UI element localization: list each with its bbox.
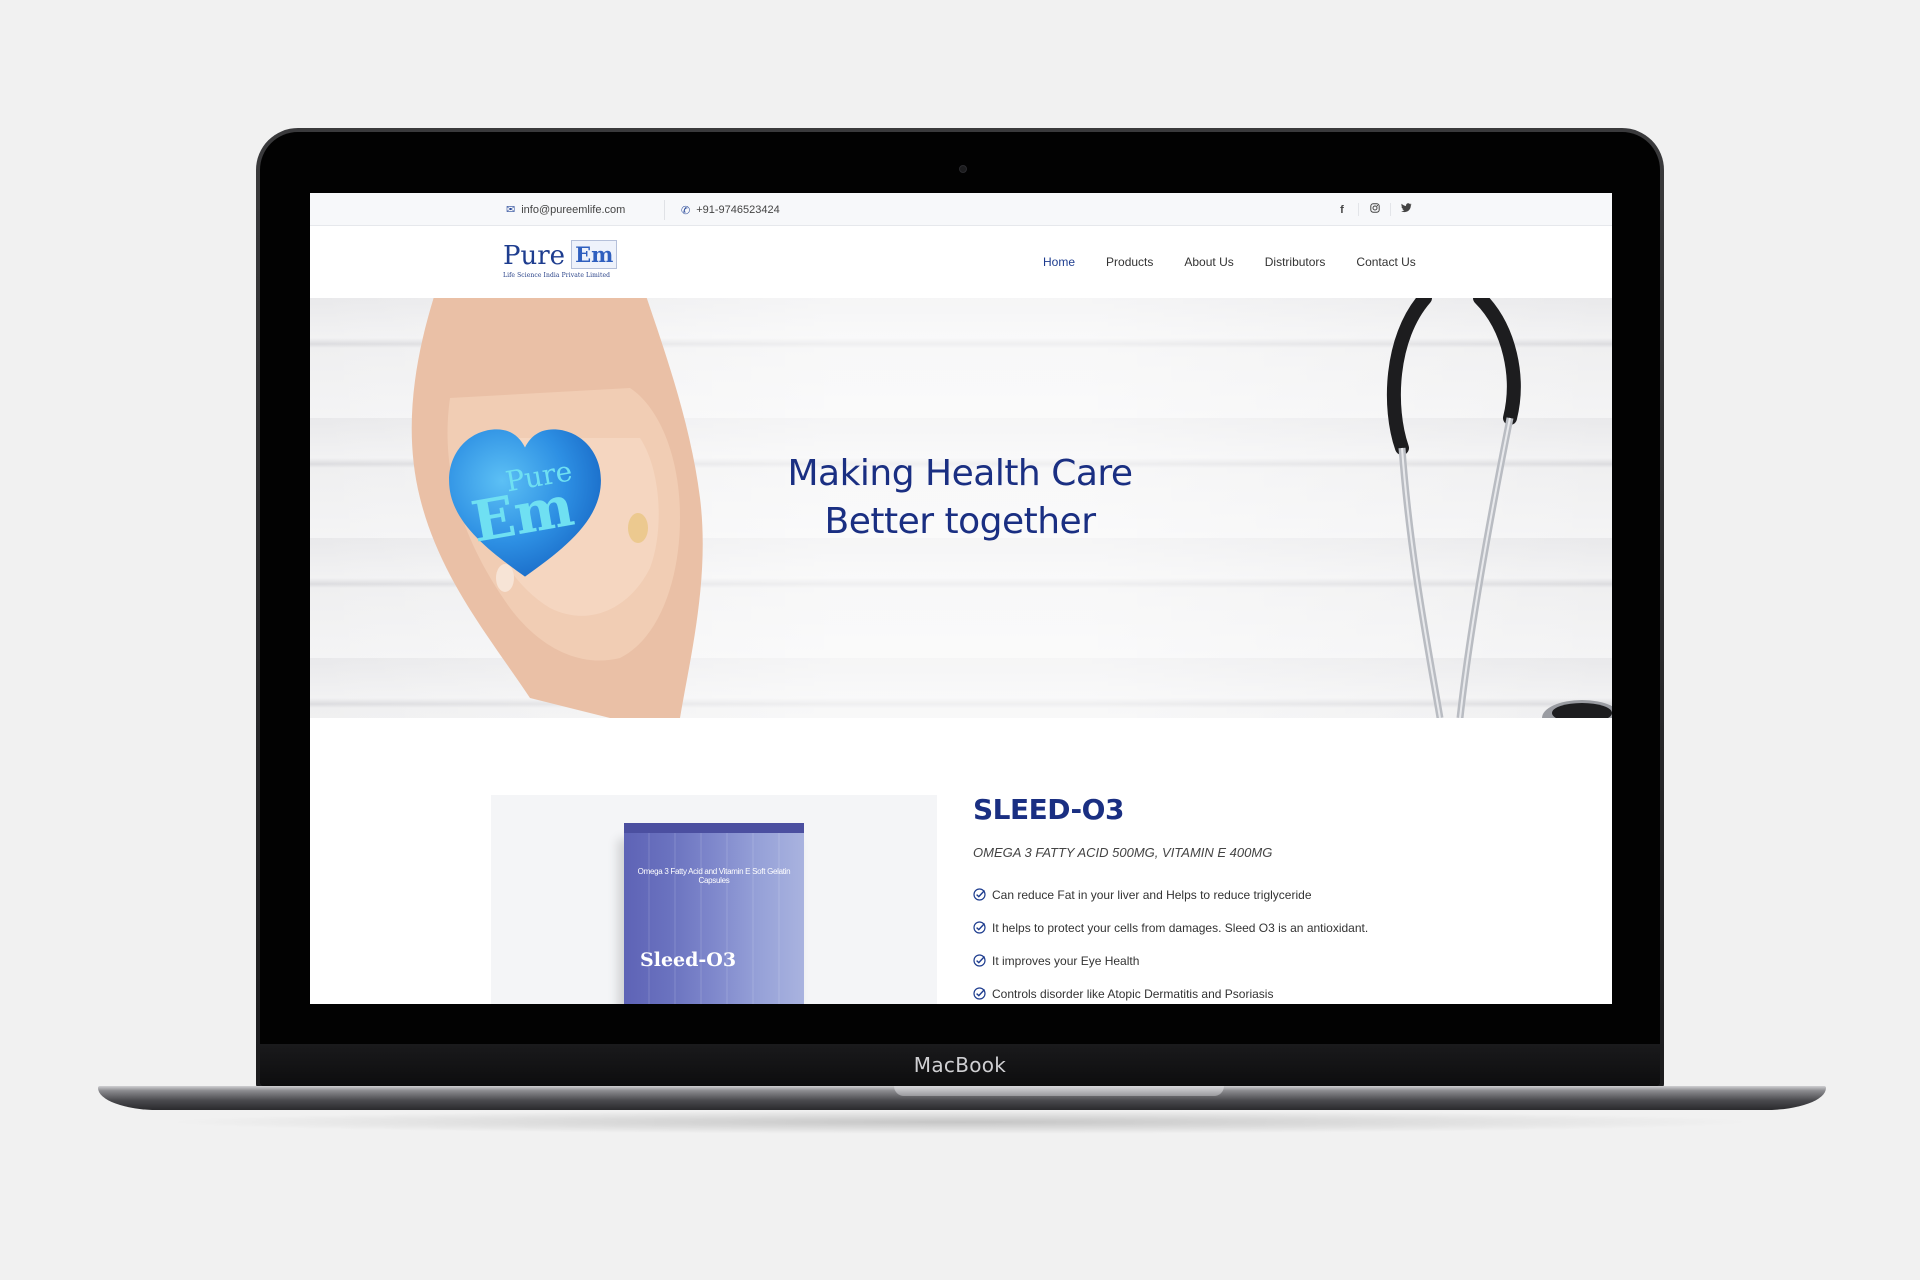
logo-word-pure: Pure: [503, 241, 566, 271]
product-box: Omega 3 Fatty Acid and Vitamin E Soft Ge…: [624, 823, 804, 1004]
product-box-name: Sleed-O3: [640, 949, 737, 971]
device-brand-label: MacBook: [913, 1053, 1007, 1077]
feature-text: It improves your Eye Health: [992, 953, 1140, 968]
facebook-icon[interactable]: f: [1326, 204, 1358, 216]
product-box-top: [624, 823, 804, 833]
nav-menu: Home Products About Us Distributors Cont…: [1043, 226, 1447, 298]
main-navbar: Pure Em Life Science India Private Limit…: [310, 226, 1612, 298]
hero-headline: Making Health Care Better together: [710, 450, 1210, 546]
check-circle-icon: [973, 888, 986, 901]
list-item: Can reduce Fat in your liver and Helps t…: [973, 878, 1573, 911]
check-circle-icon: [973, 921, 986, 934]
hero-headline-line2: Better together: [824, 501, 1097, 542]
product-box-description: Omega 3 Fatty Acid and Vitamin E Soft Ge…: [637, 867, 791, 885]
logo-wordmark: Pure Em: [503, 240, 618, 271]
laptop-shadow: [160, 1110, 1760, 1134]
list-item: Controls disorder like Atopic Dermatitis…: [973, 977, 1573, 1004]
hero-headline-line1: Making Health Care: [787, 453, 1133, 494]
bezel-chin: MacBook: [260, 1044, 1660, 1086]
camera-icon: [959, 165, 967, 173]
phone-text[interactable]: +91-9746523424: [696, 204, 780, 216]
list-item: It helps to protect your cells from dama…: [973, 911, 1573, 944]
feature-list: Can reduce Fat in your liver and Helps t…: [973, 878, 1573, 1004]
contact-topbar: ✉ info@pureemlife.com ✆ +91-9746523424 f: [310, 193, 1612, 226]
social-links: f: [1326, 193, 1422, 226]
feature-text: Controls disorder like Atopic Dermatitis…: [992, 986, 1274, 1001]
nav-item-about-us[interactable]: About Us: [1184, 255, 1233, 269]
product-info: SLEED-O3 OMEGA 3 FATTY ACID 500MG, VITAM…: [973, 793, 1573, 1004]
base-notch: [894, 1086, 1224, 1096]
heart-word-em: Em: [466, 472, 579, 556]
product-image: Omega 3 Fatty Acid and Vitamin E Soft Ge…: [491, 795, 937, 1004]
feature-text: It helps to protect your cells from dama…: [992, 920, 1369, 935]
site-logo[interactable]: Pure Em Life Science India Private Limit…: [503, 240, 618, 279]
contact-phone[interactable]: ✆ +91-9746523424: [664, 200, 780, 220]
nav-item-home[interactable]: Home: [1043, 255, 1075, 269]
product-title: SLEED-O3: [973, 793, 1124, 826]
browser-screen: ✉ info@pureemlife.com ✆ +91-9746523424 f…: [310, 193, 1612, 1004]
check-circle-icon: [973, 987, 986, 1000]
product-subtitle: OMEGA 3 FATTY ACID 500MG, VITAMIN E 400M…: [973, 845, 1273, 860]
nav-item-distributors[interactable]: Distributors: [1265, 255, 1326, 269]
envelope-icon: ✉: [506, 204, 516, 216]
phone-icon: ✆: [681, 204, 691, 217]
check-circle-icon: [973, 954, 986, 967]
stethoscope-illustration: [1386, 298, 1612, 718]
feature-text: Can reduce Fat in your liver and Helps t…: [992, 887, 1312, 902]
nav-item-contact-us[interactable]: Contact Us: [1356, 255, 1415, 269]
nav-item-products[interactable]: Products: [1106, 255, 1153, 269]
hero-banner: Pure Em Making Health Care Better togeth…: [310, 298, 1612, 718]
contact-email[interactable]: ✉ info@pureemlife.com: [506, 193, 625, 226]
logo-word-em: Em: [571, 240, 618, 269]
email-text[interactable]: info@pureemlife.com: [521, 204, 625, 216]
laptop-base: [98, 1086, 1826, 1110]
logo-tagline: Life Science India Private Limited: [503, 272, 611, 279]
instagram-icon[interactable]: [1358, 203, 1390, 216]
list-item: It improves your Eye Health: [973, 944, 1573, 977]
twitter-icon[interactable]: [1390, 203, 1422, 216]
product-box-stripes: [624, 833, 804, 1004]
